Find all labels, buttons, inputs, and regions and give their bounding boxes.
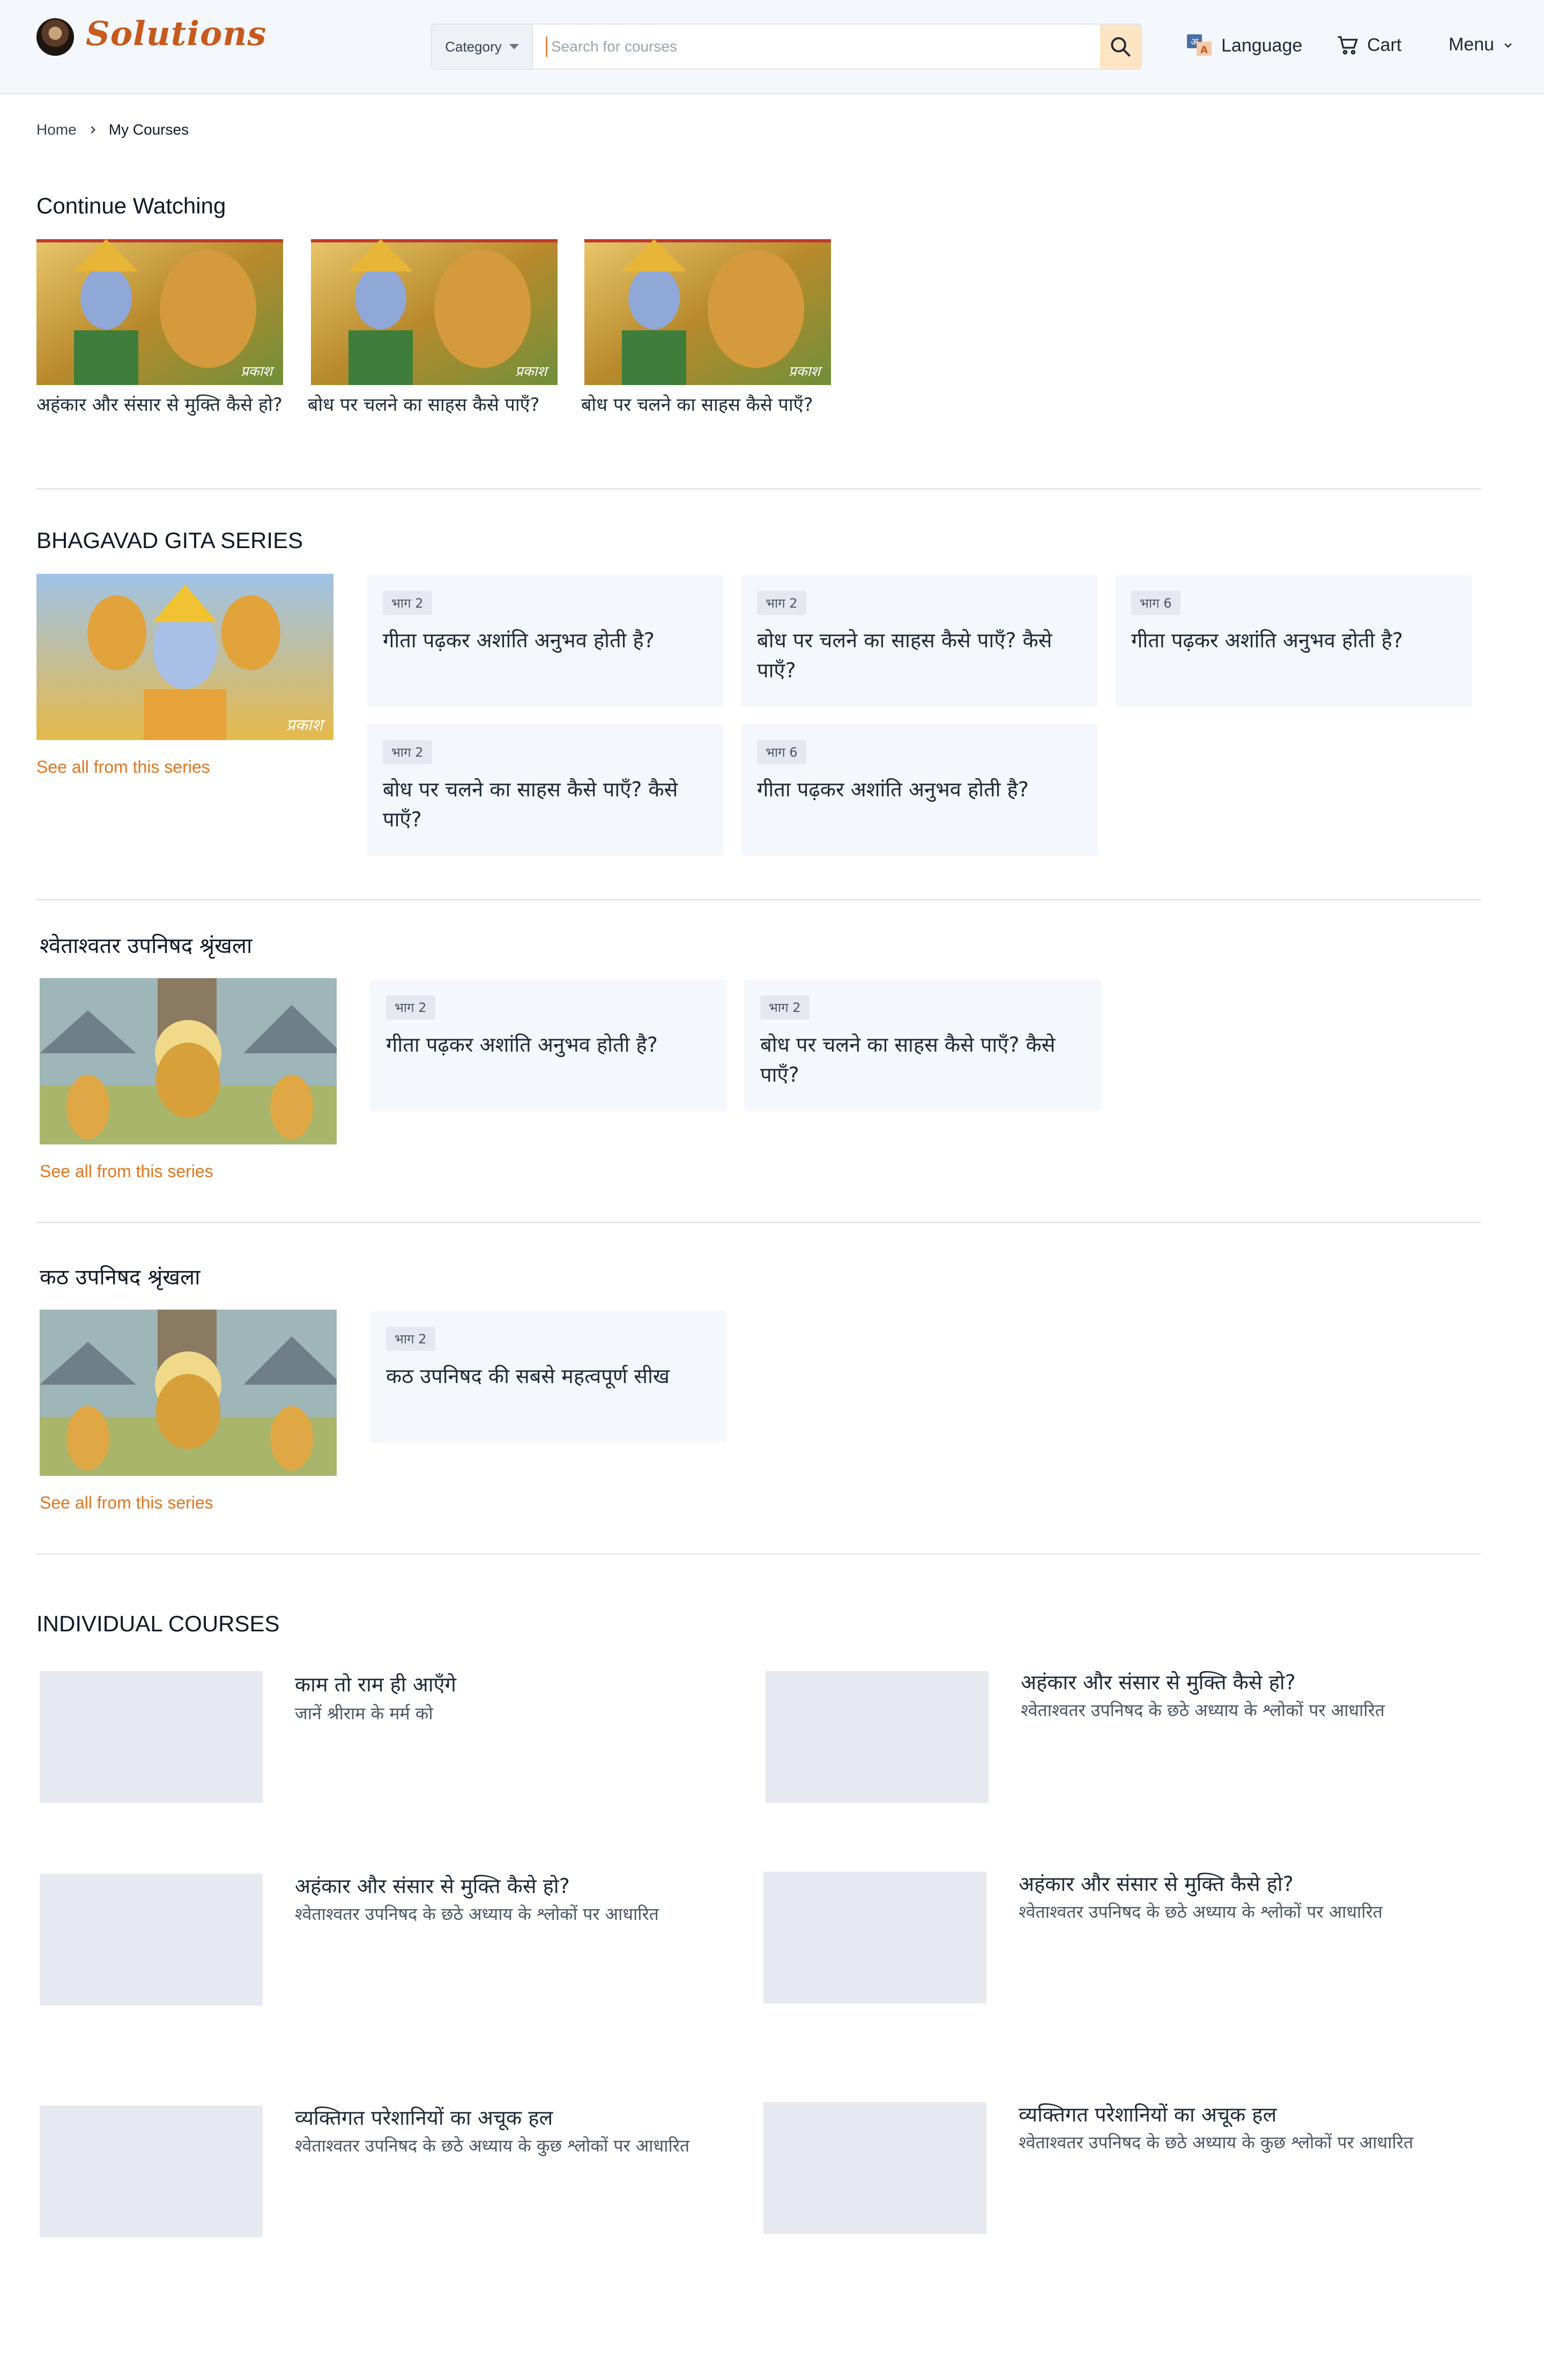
course-subtitle: श्वेताश्वतर उपनिषद के छठे अध्याय के श्लो… xyxy=(1019,1902,1383,1922)
search-icon xyxy=(1111,37,1131,57)
course-thumbnail[interactable] xyxy=(766,1671,989,1803)
continue-thumb-3[interactable]: प्रकाश xyxy=(584,239,831,385)
episode-title: बोध पर चलने का साहस कैसे पाएँ? कैसे पाएँ… xyxy=(383,778,678,831)
course-title[interactable]: व्यक्तिगत परेशानियों का अचूक हल xyxy=(295,2103,553,2131)
individual-courses-title: INDIVIDUAL COURSES xyxy=(36,1611,280,1636)
episode-title: गीता पढ़कर अशांति अनुभव होती है? xyxy=(383,629,655,652)
episode-badge: भाग 2 xyxy=(757,591,806,615)
episode-card[interactable]: भाग 2 बोध पर चलने का साहस कैसे पाएँ? कैस… xyxy=(367,724,724,856)
language-label: Language xyxy=(1221,35,1303,56)
episode-title: बोध पर चलने का साहस कैसे पाएँ? कैसे पाएँ… xyxy=(757,629,1052,682)
continue-watching-title: Continue Watching xyxy=(36,193,226,218)
cart-icon xyxy=(1338,36,1358,55)
cart-button[interactable]: Cart xyxy=(1337,34,1401,56)
course-subtitle: श्वेताश्वतर उपनिषद के छठे अध्याय के कुछ … xyxy=(1019,2132,1414,2153)
series-thumb-shvetashvatara[interactable] xyxy=(40,978,337,1144)
episode-badge: भाग 2 xyxy=(760,995,810,1019)
svg-text:प्रकाश: प्रकाश xyxy=(789,364,823,380)
breadcrumb-home[interactable]: Home xyxy=(36,121,77,138)
episode-title: बोध पर चलने का साहस कैसे पाएँ? कैसे पाएँ… xyxy=(760,1033,1056,1086)
continue-thumb-2[interactable]: प्रकाश xyxy=(311,239,558,385)
course-title[interactable]: अहंकार और संसार से मुक्ति कैसे हो? xyxy=(295,1872,570,1899)
episode-badge: भाग 2 xyxy=(383,740,432,764)
menu-label: Menu xyxy=(1449,34,1495,55)
language-icon: अ A xyxy=(1187,34,1212,56)
brand-logo[interactable]: Solutions xyxy=(86,14,266,53)
episode-badge: भाग 2 xyxy=(383,591,432,615)
chevron-down-icon xyxy=(509,44,519,49)
episode-title: कठ उपनिषद की सबसे महत्वपूर्ण सीख xyxy=(386,1364,670,1388)
course-thumbnail[interactable] xyxy=(763,1872,986,2004)
series-thumb-gita[interactable]: प्रकाश xyxy=(36,574,333,740)
cart-label: Cart xyxy=(1367,34,1402,55)
series-thumb-katha[interactable] xyxy=(40,1310,337,1476)
course-subtitle: जानें श्रीराम के मर्म को xyxy=(295,1703,433,1724)
course-title[interactable]: काम तो राम ही आएँगे xyxy=(295,1670,456,1698)
menu-button[interactable]: Menu xyxy=(1449,34,1513,55)
chevron-down-icon xyxy=(1504,43,1512,48)
episode-card[interactable]: भाग 2 कठ उपनिषद की सबसे महत्वपूर्ण सीख xyxy=(370,1311,727,1443)
svg-text:A: A xyxy=(1200,45,1208,56)
top-header: Solutions Category अ A Language Cart Men… xyxy=(0,0,1544,94)
svg-text:प्रकाश: प्रकाश xyxy=(241,364,275,380)
section-divider xyxy=(36,1222,1481,1223)
course-subtitle: श्वेताश्वतर उपनिषद के छठे अध्याय के श्लो… xyxy=(1021,1700,1385,1720)
continue-caption-1[interactable]: अहंकार और संसार से मुक्ति कैसे हो? xyxy=(36,391,288,418)
course-thumbnail[interactable] xyxy=(763,2102,986,2234)
search-bar: Category xyxy=(431,24,1142,70)
series-title-gita: BHAGAVAD GITA SERIES xyxy=(36,528,303,553)
svg-text:प्रकाश: प्रकाश xyxy=(286,716,326,735)
course-title[interactable]: अहंकार और संसार से मुक्ति कैसे हो? xyxy=(1021,1668,1296,1696)
episode-card[interactable]: भाग 2 गीता पढ़कर अशांति अनुभव होती है? xyxy=(367,575,724,707)
episode-badge: भाग 6 xyxy=(757,740,806,764)
breadcrumb-current: My Courses xyxy=(108,121,189,138)
see-all-link[interactable]: See all from this series xyxy=(36,757,210,777)
course-title[interactable]: व्यक्तिगत परेशानियों का अचूक हल xyxy=(1019,2100,1276,2128)
course-thumbnail[interactable] xyxy=(40,1874,263,2006)
section-divider xyxy=(36,899,1481,900)
course-subtitle: श्वेताश्वतर उपनिषद के छठे अध्याय के कुछ … xyxy=(295,2135,690,2156)
course-subtitle: श्वेताश्वतर उपनिषद के छठे अध्याय के श्लो… xyxy=(295,1904,659,1924)
svg-text:प्रकाश: प्रकाश xyxy=(515,364,550,380)
course-thumbnail[interactable] xyxy=(40,2105,263,2237)
logo-avatar[interactable] xyxy=(36,18,74,56)
episode-card[interactable]: भाग 2 गीता पढ़कर अशांति अनुभव होती है? xyxy=(370,979,727,1111)
section-divider xyxy=(36,488,1481,490)
course-title[interactable]: अहंकार और संसार से मुक्ति कैसे हो? xyxy=(1019,1869,1294,1897)
language-button[interactable]: अ A Language xyxy=(1187,34,1302,57)
episode-card[interactable]: भाग 2 बोध पर चलने का साहस कैसे पाएँ? कैस… xyxy=(744,979,1101,1111)
continue-thumb-1[interactable]: प्रकाश xyxy=(36,239,283,385)
episode-title: गीता पढ़कर अशांति अनुभव होती है? xyxy=(757,778,1029,801)
series-title-katha: कठ उपनिषद श्रृंखला xyxy=(40,1265,201,1290)
category-select[interactable]: Category xyxy=(432,25,533,69)
episode-title: गीता पढ़कर अशांति अनुभव होती है? xyxy=(1131,629,1403,652)
continue-caption-2[interactable]: बोध पर चलने का साहस कैसे पाएँ? xyxy=(308,391,576,418)
section-divider xyxy=(36,1553,1481,1555)
episode-card[interactable]: भाग 2 बोध पर चलने का साहस कैसे पाएँ? कैस… xyxy=(741,575,1098,707)
see-all-link[interactable]: See all from this series xyxy=(40,1493,213,1513)
episode-badge: भाग 6 xyxy=(1131,591,1181,615)
search-input[interactable] xyxy=(533,25,996,69)
episode-card[interactable]: भाग 6 गीता पढ़कर अशांति अनुभव होती है? xyxy=(1115,575,1472,707)
course-thumbnail[interactable] xyxy=(40,1671,263,1803)
chevron-right-icon xyxy=(91,126,95,134)
episode-card[interactable]: भाग 6 गीता पढ़कर अशांति अनुभव होती है? xyxy=(741,724,1098,856)
series-title-shvetashvatara: श्वेताश्वतर उपनिषद श्रृंखला xyxy=(40,934,253,958)
episode-badge: भाग 2 xyxy=(386,1327,435,1351)
episode-title: गीता पढ़कर अशांति अनुभव होती है? xyxy=(386,1033,658,1056)
see-all-link[interactable]: See all from this series xyxy=(40,1162,213,1181)
category-label: Category xyxy=(445,38,502,55)
text-cursor xyxy=(546,36,547,57)
episode-badge: भाग 2 xyxy=(386,995,435,1019)
breadcrumb: Home My Courses xyxy=(36,121,189,138)
search-button[interactable] xyxy=(1100,25,1141,69)
continue-caption-3[interactable]: बोध पर चलने का साहस कैसे पाएँ? xyxy=(581,391,849,418)
